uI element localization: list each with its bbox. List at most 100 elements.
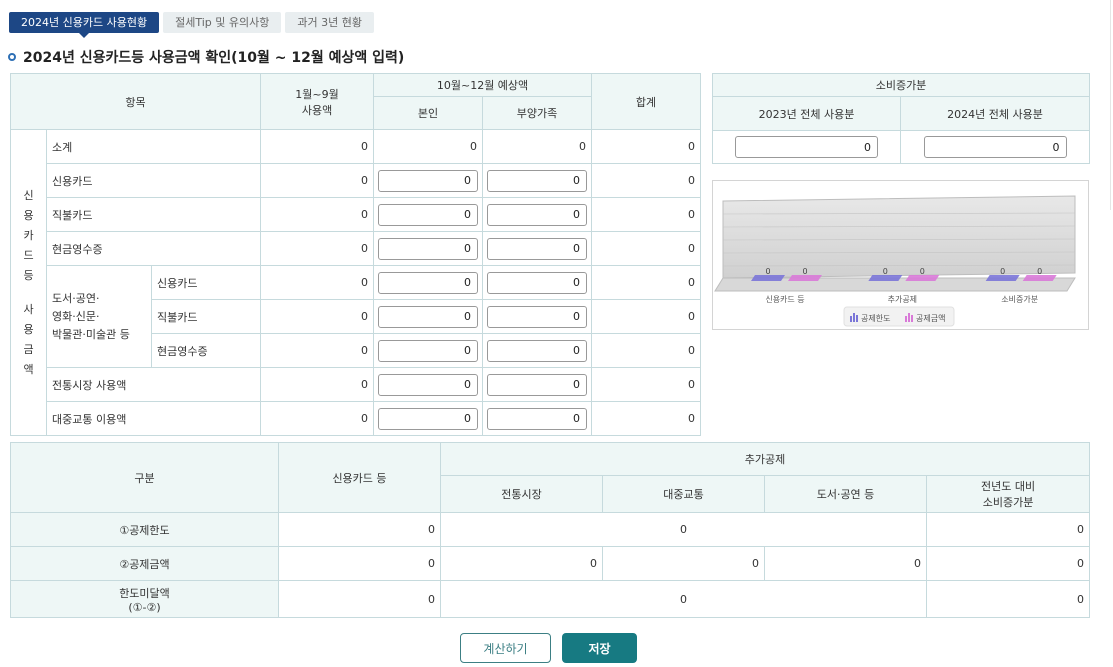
total-value: 0 [591, 367, 702, 402]
total-value: 0 [591, 163, 702, 198]
jan-sep-value: 0 [260, 129, 375, 164]
header-2024: 2024년 전체 사용분 [899, 96, 1091, 131]
self-input[interactable] [378, 169, 479, 192]
total-value: 0 [591, 231, 702, 266]
vertical-label-char: 신 [23, 188, 34, 202]
self-input[interactable] [378, 203, 479, 226]
increase-value: 0 [925, 546, 1091, 581]
chart-category-label: 추가공제 [888, 295, 917, 304]
self-input[interactable] [378, 373, 479, 396]
transit-value: 0 [602, 546, 765, 581]
market-value: 0 [440, 546, 603, 581]
section-title-text: 2024년 신용카드등 사용금액 확인(10월 ~ 12월 예상액 입력) [23, 50, 405, 66]
vertical-category-label: 신용카드등 사용금액 [10, 129, 47, 436]
consumption-increase-table: 소비증가분 2023년 전체 사용분 2024년 전체 사용분 [711, 73, 1091, 164]
jan-sep-value: 0 [260, 231, 375, 266]
vertical-label-char: 용 [23, 208, 34, 222]
header-category: 구분 [10, 442, 279, 513]
chart-data-label: 0 [883, 267, 888, 276]
jan-sep-value: 0 [260, 163, 375, 198]
credit-value: 0 [278, 546, 441, 581]
row-label: 직불카드 [150, 299, 262, 334]
vertical-label-char: 금 [23, 342, 34, 356]
save-button[interactable]: 저장 [562, 633, 637, 663]
tab-tax-tips[interactable]: 절세Tip 및 유의사항 [163, 12, 282, 33]
row-shortfall-line2: (①-②) [128, 600, 161, 614]
credit-value: 0 [278, 512, 441, 547]
self-input[interactable] [378, 407, 479, 430]
row-shortfall-line1: 한도미달액 [119, 586, 170, 600]
chart-svg: 0 0 0 0 0 0 신용카드 등 추가공제 소비증가분 공제한도 공제금액 [714, 195, 1076, 327]
jan-sep-value: 0 [260, 401, 375, 436]
self-value: 0 [373, 129, 484, 164]
header-2023: 2023년 전체 사용분 [712, 96, 901, 131]
additional-merged-value: 0 [440, 580, 927, 618]
jan-sep-value: 0 [260, 367, 375, 402]
increase-value: 0 [925, 512, 1091, 547]
vertical-label-char: 드 [23, 248, 34, 262]
tab-bar: 2024년 신용카드 사용현황 절세Tip 및 유의사항 과거 3년 현황 [9, 12, 374, 38]
row-label: 현금영수증 [45, 231, 262, 266]
dependents-input[interactable] [487, 339, 588, 362]
tab-2024-usage[interactable]: 2024년 신용카드 사용현황 [9, 12, 160, 38]
bullet-icon [8, 53, 16, 61]
vertical-label-char: 카 [23, 228, 34, 242]
dependents-input[interactable] [487, 237, 588, 260]
row-label: 대중교통 이용액 [45, 401, 262, 436]
header-oct-dec: 10월~12월 예상액 [373, 73, 593, 97]
vertical-label-char: 등 [23, 268, 34, 282]
dependents-input[interactable] [487, 305, 588, 328]
vertical-label-char: 사 [23, 302, 34, 316]
row-deduction-amount: ②공제금액 [10, 546, 279, 581]
chart-category-label: 소비증가분 [1001, 295, 1038, 304]
self-input[interactable] [378, 339, 479, 362]
self-input[interactable] [378, 237, 479, 260]
dependents-input[interactable] [487, 271, 588, 294]
dependents-input[interactable] [487, 373, 588, 396]
dependents-input[interactable] [487, 203, 588, 226]
total-value: 0 [591, 265, 702, 300]
legend-label: 공제금액 [916, 313, 945, 323]
self-input[interactable] [378, 271, 479, 294]
calculate-button[interactable]: 계산하기 [460, 633, 551, 663]
jan-sep-value: 0 [260, 333, 375, 368]
vertical-label-char: 용 [23, 322, 34, 336]
header-item: 항목 [9, 73, 262, 130]
chart-data-label: 0 [920, 267, 925, 276]
header-jan-sep-line1: 1월~9월 [295, 87, 339, 101]
chart-category-labels: 신용카드 등 추가공제 소비증가분 [765, 295, 1038, 304]
chart-category-label: 신용카드 등 [765, 295, 804, 304]
tab-past-3-years[interactable]: 과거 3년 현황 [285, 12, 374, 33]
dependents-input[interactable] [487, 169, 588, 192]
header-jan-sep: 1월~9월 사용액 [260, 73, 375, 130]
jan-sep-value: 0 [260, 265, 375, 300]
deduction-chart: 0 0 0 0 0 0 신용카드 등 추가공제 소비증가분 공제한도 공제금액 [712, 180, 1089, 330]
header-self: 본인 [373, 96, 484, 130]
row-label: 현금영수증 [150, 333, 262, 368]
jan-sep-value: 0 [260, 197, 375, 232]
header-market: 전통시장 [440, 475, 603, 513]
section-title: 2024년 신용카드등 사용금액 확인(10월 ~ 12월 예상액 입력) [8, 47, 404, 67]
header-increase-line1: 전년도 대비 [980, 480, 1036, 493]
header-total: 합계 [591, 73, 702, 130]
header-jan-sep-line2: 사용액 [301, 103, 333, 117]
culture-value: 0 [764, 546, 927, 581]
total-value: 0 [591, 129, 702, 164]
chart-data-label: 0 [1037, 267, 1042, 276]
dependents-input[interactable] [487, 407, 588, 430]
total-value: 0 [591, 401, 702, 436]
increase-value: 0 [925, 580, 1091, 618]
usage-2023-input[interactable] [735, 136, 878, 158]
row-label: 신용카드 [150, 265, 262, 300]
total-value: 0 [591, 333, 702, 368]
additional-merged-value: 0 [440, 512, 927, 547]
row-label: 직불카드 [45, 197, 262, 232]
jan-sep-value: 0 [260, 299, 375, 334]
culture-label-line: 박물관·미술관 등 [52, 327, 130, 341]
self-input[interactable] [378, 305, 479, 328]
row-label: 신용카드 [45, 163, 262, 198]
culture-label-line: 도서·공연· [52, 291, 100, 305]
usage-2024-input[interactable] [923, 136, 1067, 158]
deduction-result-table: 구분 신용카드 등 추가공제 전통시장 대중교통 도서·공연 등 전년도 대비 … [10, 442, 1091, 618]
vertical-label-char: 액 [23, 362, 34, 376]
